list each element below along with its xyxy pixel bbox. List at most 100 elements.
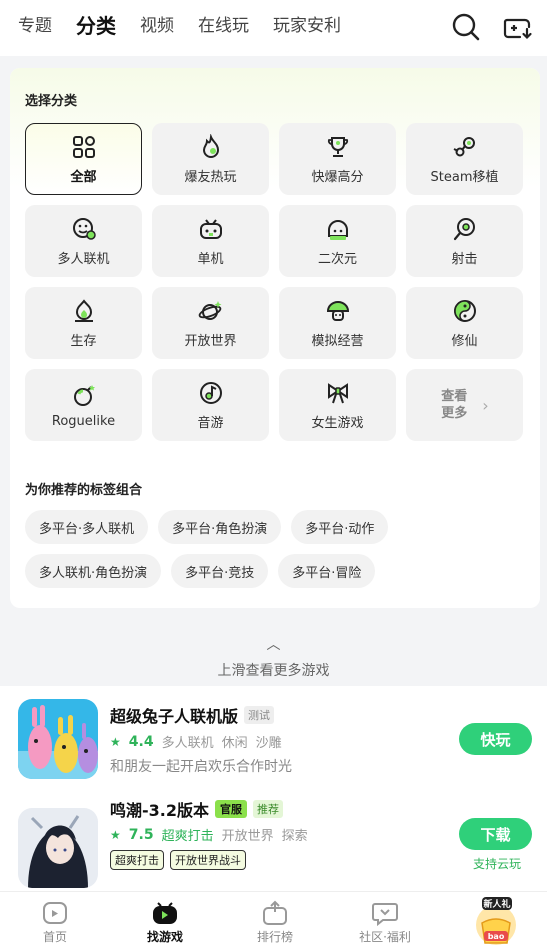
tag-chip[interactable]: 多平台·竞技 <box>171 554 269 588</box>
category-label: 射击 <box>451 251 478 267</box>
cloud-play-label[interactable]: 支持云玩 <box>473 855 521 872</box>
category-label: 二次元 <box>317 251 357 267</box>
feature-pill: 超爽打击 <box>110 850 164 870</box>
anime-icon <box>327 219 348 240</box>
game-item[interactable]: 鸣潮-3.2版本 官服 推荐 ★ 7.5 超爽打击 开放世界 探索 超爽打击 开… <box>0 794 547 891</box>
view-more-line2: 更多 <box>441 406 468 421</box>
nav-community[interactable]: 社区·福利 <box>330 892 440 951</box>
tab-label: 分类 <box>76 14 116 38</box>
newbie-gift-icon[interactable]: bao 新人礼 <box>470 895 522 947</box>
tag-chip[interactable]: 多平台·冒险 <box>278 554 376 588</box>
wuthering-waves-art <box>18 808 98 888</box>
chevron-right-icon: › <box>482 395 489 415</box>
tab-label: 视频 <box>140 16 174 36</box>
tag-chip[interactable]: 多平台·动作 <box>291 510 389 544</box>
gamepad-download-icon[interactable] <box>503 12 533 42</box>
bow-icon <box>327 382 348 403</box>
category-simulation[interactable]: 模拟经营 <box>279 287 396 359</box>
tab-videos[interactable]: 视频 <box>140 12 174 40</box>
category-grid: 全部 爆友热玩 快爆高分 Steam移植 多人联机 单机 二次元 射击 生存 开… <box>25 123 523 441</box>
category-open-world[interactable]: 开放世界 <box>152 287 269 359</box>
tab-label: 在线玩 <box>198 16 249 36</box>
gamepad-icon <box>199 218 222 239</box>
category-xianxia[interactable]: 修仙 <box>406 287 523 359</box>
star-icon: ★ <box>110 827 121 842</box>
category-high-score[interactable]: 快爆高分 <box>279 123 396 195</box>
category-label: 全部 <box>70 169 97 185</box>
fire-icon <box>202 133 219 158</box>
category-anime[interactable]: 二次元 <box>279 205 396 277</box>
tag-chip[interactable]: 多人联机·角色扮演 <box>25 554 162 588</box>
game-name: 超级兔子人联机版 <box>110 707 239 726</box>
category-shooter[interactable]: 射击 <box>406 205 523 277</box>
game-item[interactable]: 超级兔子人联机版 测试 ★ 4.4 多人联机 休闲 沙雕 和朋友一起开启欢乐合作… <box>0 686 547 786</box>
recommend-badge: 推荐 <box>253 800 283 818</box>
bottom-nav: 首页 找游戏 排行榜 社区·福利 <box>0 891 547 951</box>
nav-label: 排行榜 <box>256 930 293 944</box>
category-label: 快爆高分 <box>311 169 364 185</box>
grid-icon <box>72 135 95 158</box>
steam-icon <box>453 136 475 156</box>
nav-ranking[interactable]: 排行榜 <box>220 892 330 951</box>
tag-chip[interactable]: 多平台·多人联机 <box>25 510 149 544</box>
game-thumbnail <box>18 808 98 888</box>
game-list: 超级兔子人联机版 测试 ★ 4.4 多人联机 休闲 沙雕 和朋友一起开启欢乐合作… <box>0 686 547 891</box>
target-icon <box>453 217 475 240</box>
tag-chip[interactable]: 多平台·角色扮演 <box>158 510 282 544</box>
recommended-tags-title: 为你推荐的标签组合 <box>25 483 143 498</box>
category-survival[interactable]: 生存 <box>25 287 142 359</box>
category-hot[interactable]: 爆友热玩 <box>152 123 269 195</box>
quick-play-button[interactable]: 快玩 <box>459 723 532 755</box>
view-more-line1: 查看 <box>441 389 468 404</box>
game-tag: 多人联机 <box>161 736 214 751</box>
category-roguelike[interactable]: Roguelike <box>25 369 142 441</box>
nav-find-game[interactable]: 找游戏 <box>110 892 220 951</box>
nav-home[interactable]: 首页 <box>0 892 110 951</box>
nav-label: 首页 <box>42 930 67 944</box>
game-tag: 探索 <box>281 829 308 844</box>
category-label: 音游 <box>197 415 224 431</box>
category-rhythm[interactable]: 音游 <box>152 369 269 441</box>
ranking-icon <box>263 900 287 925</box>
music-icon <box>199 381 222 404</box>
category-single[interactable]: 单机 <box>152 205 269 277</box>
view-more-button[interactable]: 查看 更多 › <box>406 369 523 441</box>
category-label: 多人联机 <box>57 251 110 267</box>
category-label: Roguelike <box>51 413 116 429</box>
category-multiplayer[interactable]: 多人联机 <box>25 205 142 277</box>
tab-topics[interactable]: 专题 <box>18 12 52 40</box>
game-tag: 开放世界 <box>221 829 274 844</box>
download-button[interactable]: 下载 <box>459 818 532 850</box>
yinyang-icon <box>453 299 476 322</box>
community-icon <box>372 903 398 926</box>
game-highlight-tag: 超爽打击 <box>161 829 214 844</box>
category-girl-games[interactable]: 女生游戏 <box>279 369 396 441</box>
top-tabs: 专题 分类 视频 在线玩 玩家安利 <box>18 12 365 40</box>
tab-categories[interactable]: 分类 <box>76 12 120 40</box>
game-feature-pills: 超爽打击 开放世界战斗 <box>110 850 246 870</box>
bomb-icon <box>73 384 95 406</box>
gift-bao-text: bao <box>488 932 505 941</box>
tab-online-play[interactable]: 在线玩 <box>198 12 249 40</box>
category-label: 修仙 <box>451 333 478 349</box>
test-badge: 测试 <box>244 706 275 724</box>
feature-pill: 开放世界战斗 <box>170 850 246 870</box>
category-section-title: 选择分类 <box>25 94 78 109</box>
nav-label: 找游戏 <box>146 930 183 944</box>
nav-label: 社区·福利 <box>359 930 411 944</box>
mushroom-icon <box>326 300 349 321</box>
multiplayer-icon <box>72 217 96 240</box>
game-name: 鸣潮-3.2版本 <box>110 801 209 820</box>
category-label: 生存 <box>70 333 97 349</box>
swipe-up-hint[interactable]: ︿ 上滑查看更多游戏 <box>0 636 547 680</box>
game-score: 7.5 <box>128 826 154 843</box>
category-label: 模拟经营 <box>311 333 364 349</box>
find-game-icon <box>153 902 177 924</box>
category-label: 女生游戏 <box>311 415 364 431</box>
tab-player-recommend[interactable]: 玩家安利 <box>273 12 341 40</box>
game-tag: 沙雕 <box>255 736 282 751</box>
category-steam[interactable]: Steam移植 <box>406 123 523 195</box>
category-panel: 选择分类 全部 爆友热玩 快爆高分 Steam移植 多人联机 单机 二次元 射击… <box>10 68 540 608</box>
category-all[interactable]: 全部 <box>25 123 142 195</box>
search-icon[interactable] <box>451 12 481 42</box>
